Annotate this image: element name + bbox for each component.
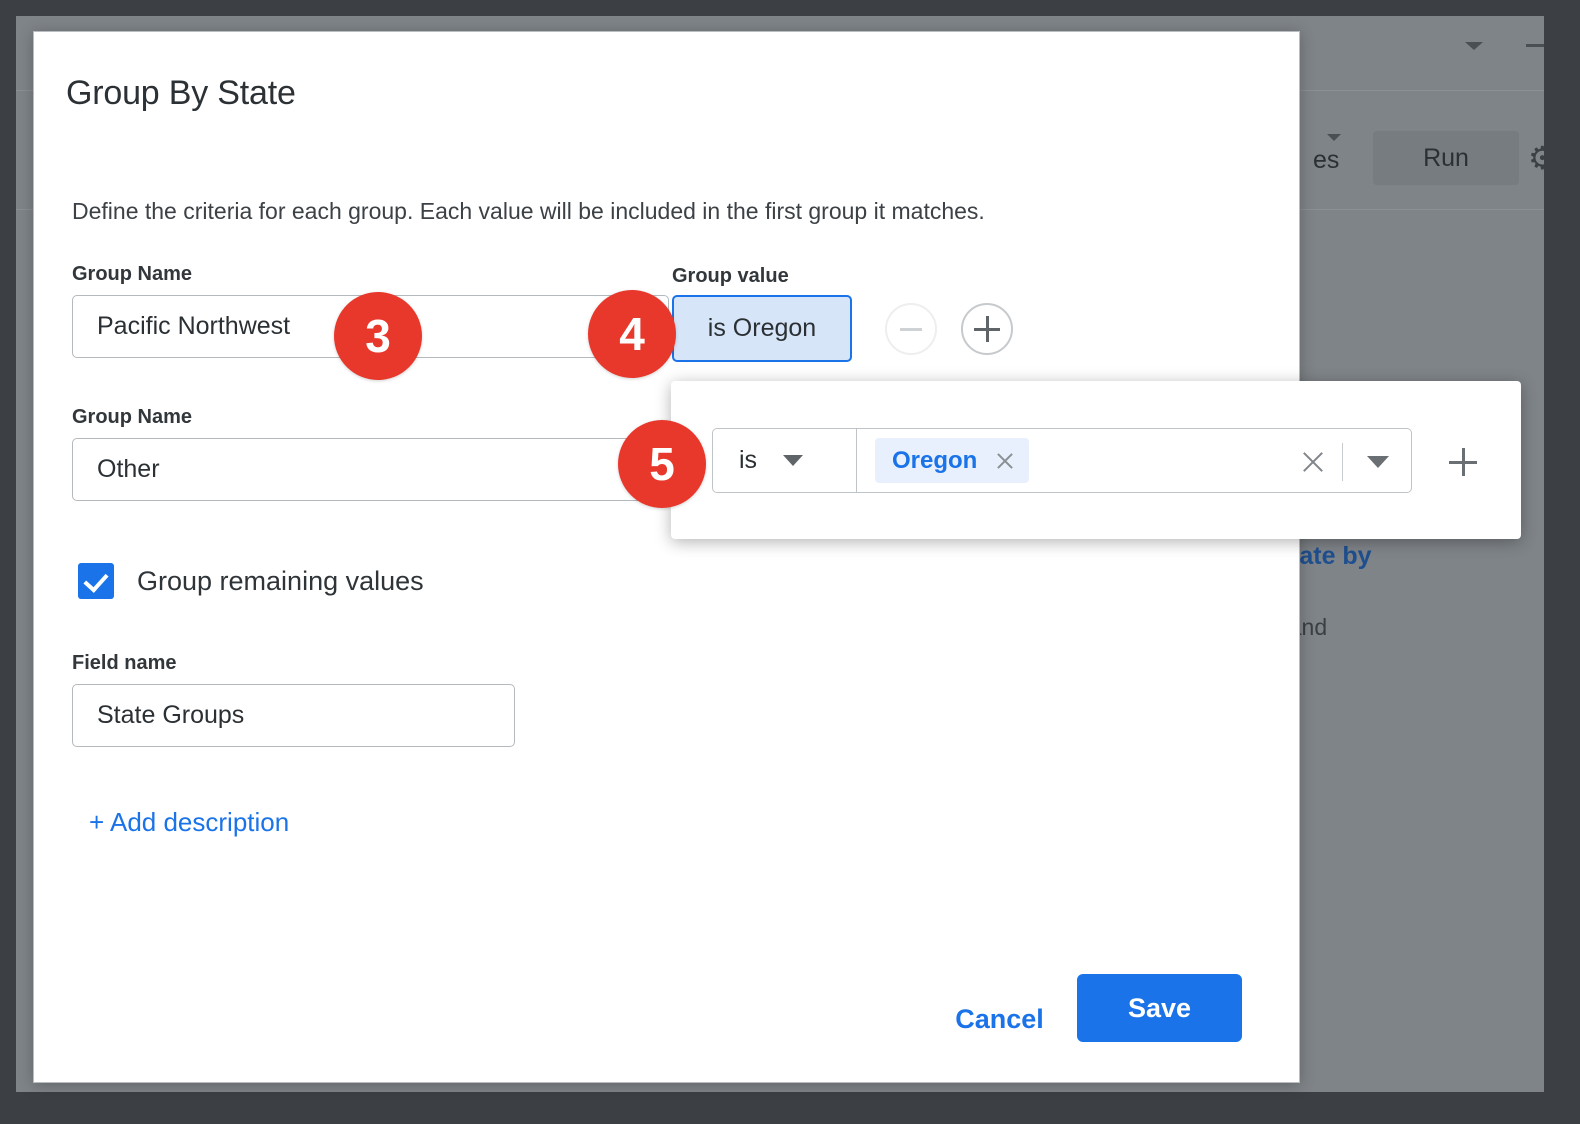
field-divider: [1342, 443, 1343, 481]
add-filter-button[interactable]: [1446, 444, 1480, 478]
chevron-down-icon: [783, 455, 803, 466]
group-name-label-2: Group Name: [72, 406, 192, 429]
field-name-input[interactable]: State Groups: [72, 684, 515, 747]
add-description-link[interactable]: + Add description: [89, 807, 289, 838]
filter-popup: is Oregon: [671, 381, 1521, 539]
group-name-label-1: Group Name: [72, 263, 192, 286]
filter-value-field[interactable]: Oregon: [857, 428, 1412, 493]
filter-operator-select[interactable]: is: [712, 428, 857, 493]
annotation-badge-3: 3: [334, 292, 422, 380]
chevron-down-icon[interactable]: [1367, 456, 1389, 468]
minus-icon: [900, 328, 922, 331]
clear-icon[interactable]: [1300, 449, 1326, 475]
close-icon[interactable]: [995, 451, 1015, 471]
chevron-down-icon: [1465, 42, 1483, 50]
run-button[interactable]: Run: [1373, 131, 1519, 185]
menu-tick-icon: [1526, 44, 1544, 47]
cancel-button[interactable]: Cancel: [937, 997, 1062, 1041]
background-entries-label: es: [1313, 146, 1339, 175]
filter-row: is Oregon: [712, 428, 1480, 493]
chevron-down-icon: [1327, 134, 1341, 141]
group-value-button[interactable]: is Oregon: [672, 295, 852, 362]
add-value-button[interactable]: [961, 303, 1013, 355]
field-name-label: Field name: [72, 652, 176, 675]
filter-operator-value: is: [739, 446, 757, 475]
annotation-badge-5: 5: [618, 420, 706, 508]
group-remaining-values-label: Group remaining values: [137, 566, 424, 597]
gear-icon[interactable]: ⚙: [1528, 142, 1544, 174]
dialog-subtitle: Define the criteria for each group. Each…: [72, 198, 985, 225]
group-value-label: Group value: [672, 265, 789, 288]
group-name-input-2[interactable]: Other: [72, 438, 669, 501]
dialog-title: Group By State: [66, 74, 296, 113]
plus-icon: [974, 316, 1000, 342]
checkbox-checked-icon: [78, 563, 114, 599]
save-button[interactable]: Save: [1077, 974, 1242, 1042]
remove-value-button[interactable]: [885, 303, 937, 355]
filter-value-chip-label: Oregon: [892, 447, 977, 475]
group-remaining-values-checkbox[interactable]: Group remaining values: [78, 563, 424, 599]
group-by-state-dialog: Group By State Define the criteria for e…: [33, 31, 1300, 1083]
filter-value-chip[interactable]: Oregon: [875, 438, 1029, 483]
annotation-badge-4: 4: [588, 290, 676, 378]
